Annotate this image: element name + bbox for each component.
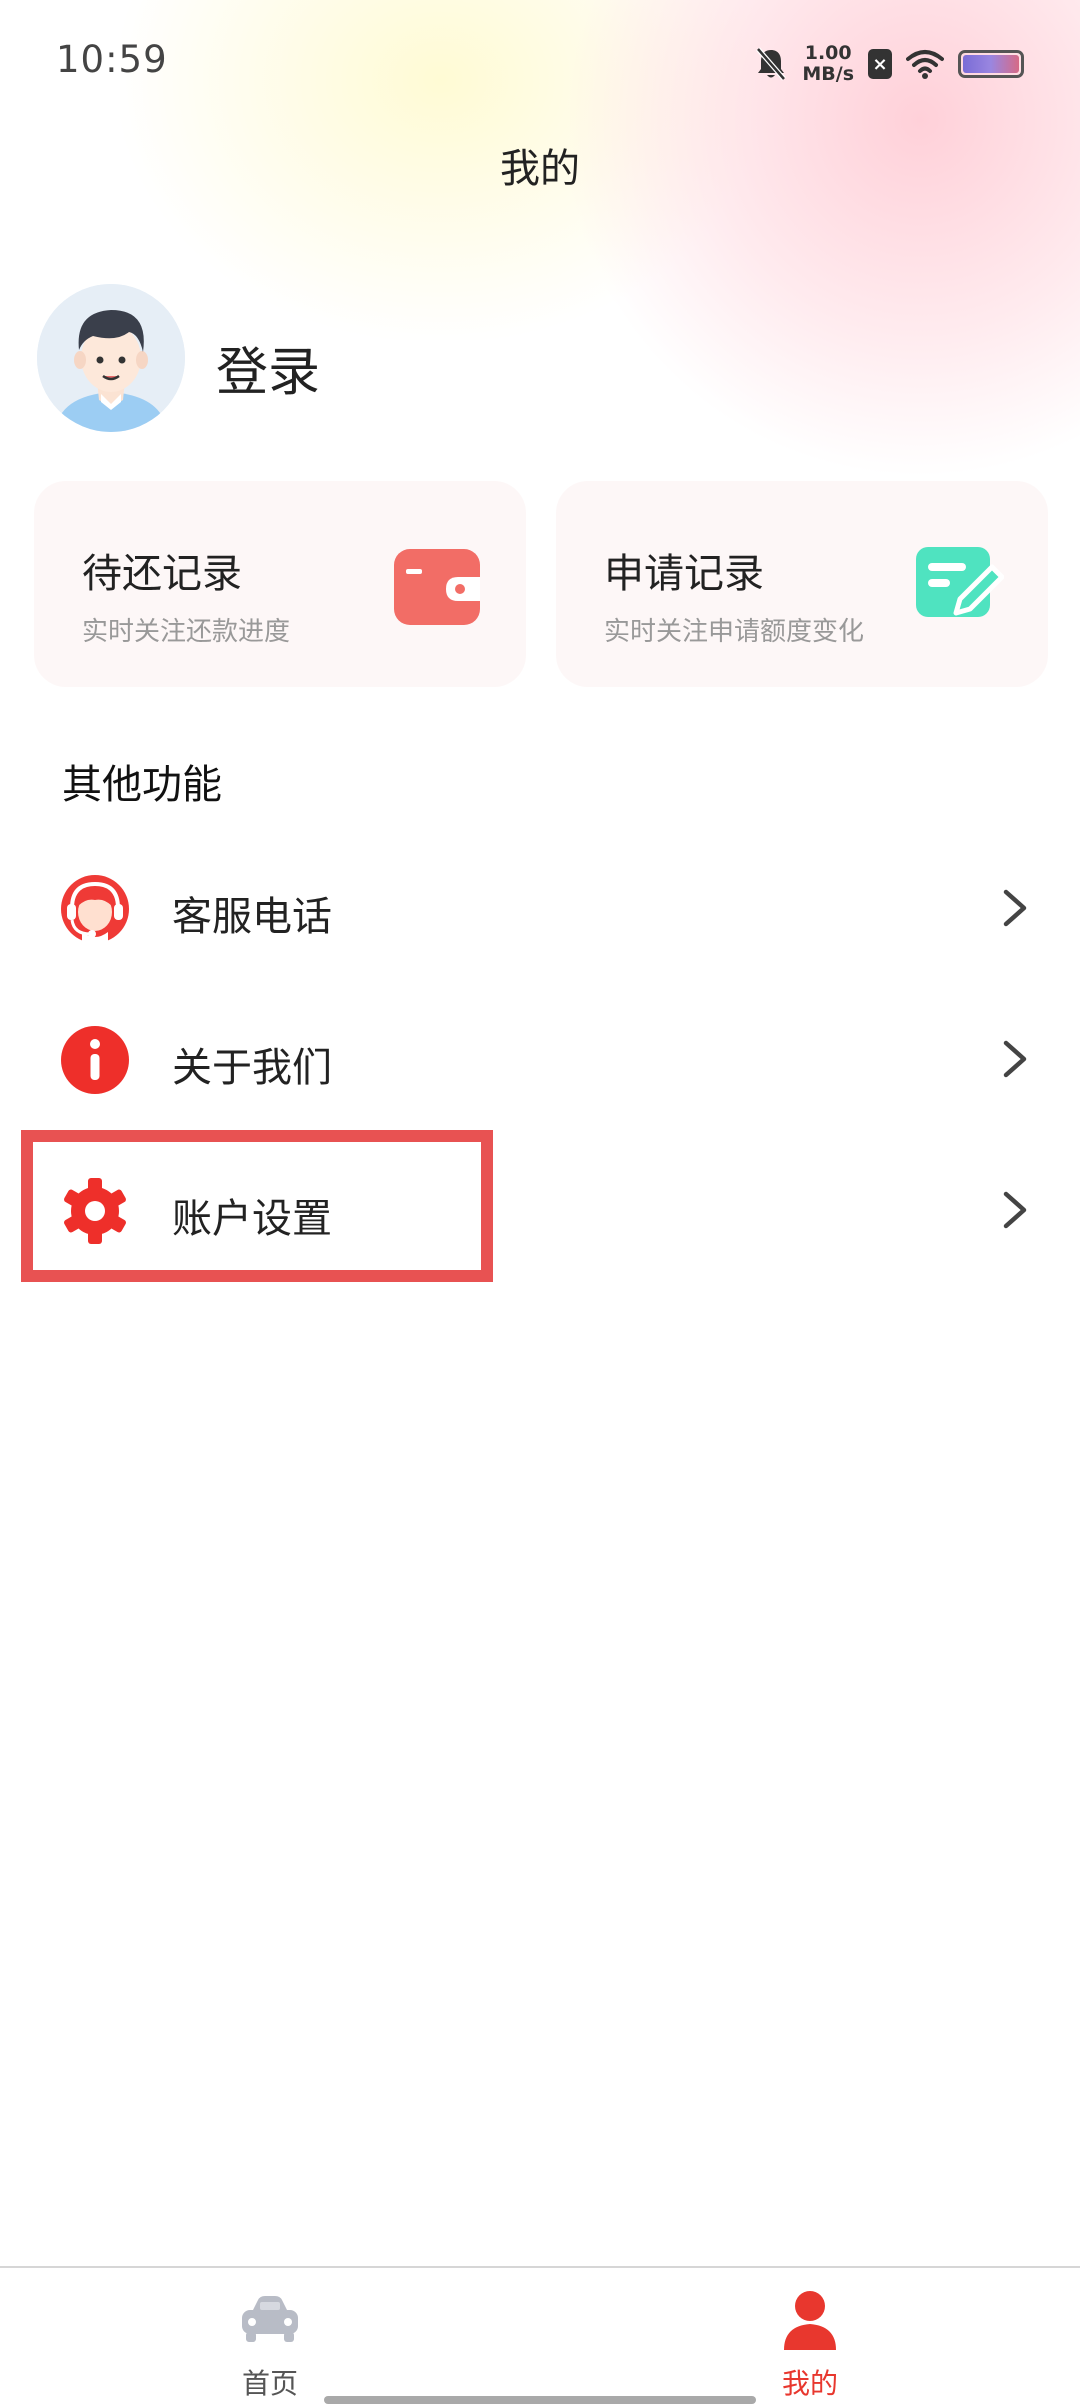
- section-title: 其他功能: [62, 762, 222, 808]
- page-title: 我的: [500, 146, 580, 192]
- net-speed-unit: MB/s: [802, 63, 854, 85]
- repayment-records-card[interactable]: 待还记录 实时关注还款进度: [34, 481, 526, 687]
- nav-tab-home[interactable]: 首页: [150, 2268, 390, 2408]
- sim-disabled-icon: ×: [868, 49, 892, 79]
- my-page: 10:59 1.00 MB/s × 我的 登录 待还记录 实时关注还款进度 申请…: [0, 0, 1080, 2408]
- card-title: 申请记录: [604, 551, 764, 597]
- card-subtitle: 实时关注还款进度: [82, 617, 291, 647]
- chevron-right-icon: [1003, 1191, 1027, 1229]
- status-bar: 10:59 1.00 MB/s ×: [0, 0, 1080, 120]
- bottom-nav: 首页 我的: [0, 2266, 1080, 2408]
- nav-tab-mine[interactable]: 我的: [690, 2268, 930, 2408]
- chevron-right-icon: [1003, 1040, 1027, 1078]
- menu-item-about-us[interactable]: 关于我们: [0, 989, 1080, 1129]
- menu-label: 账户设置: [172, 1196, 332, 1242]
- gear-icon: [64, 1178, 126, 1244]
- net-speed: 1.00 MB/s: [802, 43, 854, 85]
- menu-item-account-settings[interactable]: 账户设置: [0, 1140, 1080, 1280]
- bell-muted-icon: [756, 47, 787, 81]
- home-indicator[interactable]: [324, 2396, 756, 2404]
- menu-label: 客服电话: [172, 894, 332, 940]
- user-avatar-icon: [37, 284, 185, 432]
- info-icon: [61, 1026, 129, 1094]
- application-records-card[interactable]: 申请记录 实时关注申请额度变化: [556, 481, 1048, 687]
- wifi-icon: [906, 50, 944, 79]
- status-time: 10:59: [56, 38, 168, 81]
- chevron-right-icon: [1003, 889, 1027, 927]
- car-icon: [242, 2296, 298, 2342]
- customer-service-headset-icon: [61, 875, 129, 944]
- card-subtitle: 实时关注申请额度变化: [604, 617, 865, 647]
- avatar[interactable]: [37, 284, 185, 432]
- login-link[interactable]: 登录: [216, 330, 320, 405]
- net-speed-value: 1.00: [804, 42, 852, 64]
- card-title: 待还记录: [82, 551, 242, 597]
- edit-document-icon: [916, 547, 1004, 617]
- status-icons: 1.00 MB/s ×: [754, 40, 1024, 88]
- battery-icon: [958, 50, 1024, 78]
- menu-item-customer-service[interactable]: 客服电话: [0, 838, 1080, 978]
- wallet-icon: [394, 549, 480, 625]
- person-icon: [784, 2291, 836, 2350]
- battery-level: [963, 55, 1019, 73]
- menu-label: 关于我们: [172, 1045, 332, 1091]
